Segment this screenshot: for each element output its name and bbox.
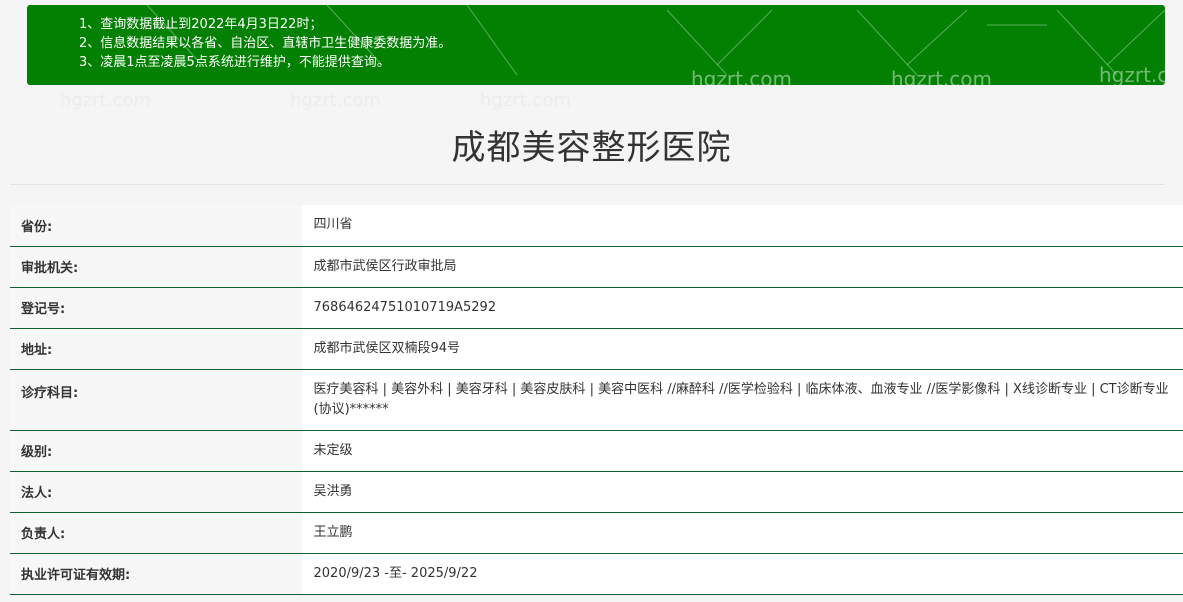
row-value: 成都市武侯区双楠段94号 xyxy=(302,328,1183,370)
notice-line: 3、凌晨1点至凌晨5点系统进行维护，不能提供查询。 xyxy=(79,55,390,70)
table-row: 审批机关: 成都市武侯区行政审批局 xyxy=(10,246,1183,288)
row-value: 医疗美容科 | 美容外科 | 美容牙科 | 美容皮肤科 | 美容中医科 //麻醉… xyxy=(302,369,1183,431)
row-value: 76864624751010719A5292 xyxy=(302,287,1183,329)
table-row: 级别: 未定级 xyxy=(10,430,1183,472)
row-label: 地址: xyxy=(10,328,303,370)
title-divider xyxy=(10,184,1165,185)
row-value: 四川省 xyxy=(302,205,1183,247)
row-label: 法人: xyxy=(10,471,303,513)
page-title-wrap: 成都美容整形医院 xyxy=(0,112,1183,184)
table-row: 执业许可证有效期: 2020/9/23 -至- 2025/9/22 xyxy=(10,553,1183,595)
watermark-text: hgzrt.com xyxy=(290,90,381,111)
row-value: 成都市武侯区行政审批局 xyxy=(302,246,1183,288)
row-label: 诊疗科目: xyxy=(10,369,303,431)
notice-line: 1、查询数据截止到2022年4月3日22时； xyxy=(79,17,323,32)
watermark-text: hgzrt.com xyxy=(60,90,151,111)
row-label: 登记号: xyxy=(10,287,303,329)
table-row: 法人: 吴洪勇 xyxy=(10,471,1183,513)
row-label: 执业许可证有效期: xyxy=(10,553,303,595)
row-label: 负责人: xyxy=(10,512,303,554)
row-value: 2020/9/23 -至- 2025/9/22 xyxy=(302,553,1183,595)
notice-line: 2、信息数据结果以各省、自治区、直辖市卫生健康委数据为准。 xyxy=(79,36,452,51)
info-table: 省份: 四川省 审批机关: 成都市武侯区行政审批局 登记号: 768646247… xyxy=(10,205,1183,595)
table-row: 地址: 成都市武侯区双楠段94号 xyxy=(10,328,1183,370)
row-value: 王立鹏 xyxy=(302,512,1183,554)
watermark-text: hgzrt.com xyxy=(480,90,571,111)
table-row: 登记号: 76864624751010719A5292 xyxy=(10,287,1183,329)
notice-banner: 1、查询数据截止到2022年4月3日22时； 2、信息数据结果以各省、自治区、直… xyxy=(27,5,1165,85)
table-row: 省份: 四川省 xyxy=(10,205,1183,247)
table-row: 诊疗科目: 医疗美容科 | 美容外科 | 美容牙科 | 美容皮肤科 | 美容中医… xyxy=(10,369,1183,431)
row-label: 级别: xyxy=(10,430,303,472)
row-label: 审批机关: xyxy=(10,246,303,288)
page-title: 成都美容整形医院 xyxy=(451,128,732,168)
table-row: 负责人: 王立鹏 xyxy=(10,512,1183,554)
row-value: 未定级 xyxy=(302,430,1183,472)
row-label: 省份: xyxy=(10,205,303,247)
row-value: 吴洪勇 xyxy=(302,471,1183,513)
